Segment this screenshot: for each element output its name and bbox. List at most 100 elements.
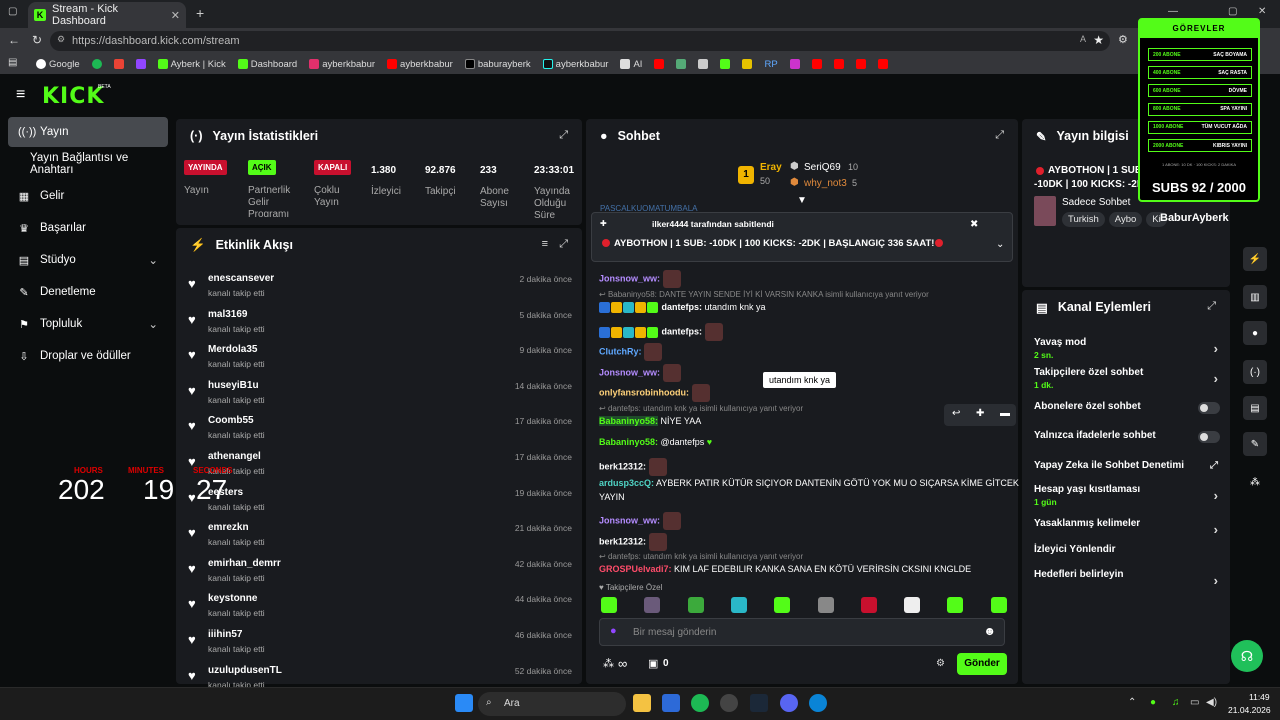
tag-chip[interactable]: Turkish [1062,212,1105,227]
new-tab-icon[interactable]: + [196,5,204,21]
window-close-icon[interactable]: ✕ [1258,6,1266,17]
spotify-icon[interactable] [691,694,709,712]
channel-action[interactable]: Yalnızca ifadelerle sohbet [1034,430,1220,443]
mic-tray-icon[interactable]: ♫ [1172,697,1180,708]
settings-icon[interactable]: ⚙ [936,658,945,669]
kicks-icon[interactable]: ⁂ [603,657,614,670]
channel-action[interactable]: Hedefleri belirleyin › [1034,569,1220,588]
filter-icon[interactable]: ≡ [542,238,548,250]
network-icon[interactable]: ▭ [1190,697,1199,708]
activity-item[interactable]: ♥ keystonne kanalı takip etti 44 dakika önc… [186,592,574,628]
emoji-icon[interactable]: ☻ [983,624,996,638]
channel-action[interactable]: Abonelere özel sohbet [1034,401,1220,414]
rail-chat-icon[interactable]: ● [1243,321,1267,345]
chat-message[interactable]: onlyfansrobinhoodu: [599,384,710,402]
emote-icon[interactable] [990,597,1007,613]
sidebar-item-studyo[interactable]: ▤ Stüdyo ⌄ [8,245,168,275]
chat-message[interactable]: dantefps: utandım knk ya [599,302,766,314]
sidebar-item-stream-key[interactable]: Yayın Bağlantısı ve Anahtarı [8,149,168,179]
clock-time[interactable]: 11:49 [1249,692,1270,702]
bookmark-misc2[interactable] [698,59,709,69]
channel-action[interactable]: Yapay Zeka ile Sohbet Denetimi ⤢ [1034,460,1220,471]
channel-action[interactable]: İzleyici Yönlendir [1034,544,1220,555]
minimize-icon[interactable]: — [1168,6,1178,17]
bookmark-yt3[interactable] [811,59,822,69]
activity-item[interactable]: ♥ emrezkn kanalı takip etti 21 dakika önce [186,521,574,557]
channel-action[interactable]: Yavaş mod 2 sn. › [1034,337,1220,360]
tab-close-icon[interactable]: ✕ [171,9,180,22]
pin-icon[interactable]: ✚ [976,408,984,419]
bookmark-yt2[interactable] [654,59,665,69]
channel-action[interactable]: Yasaklanmış kelimeler › [1034,518,1220,537]
send-button[interactable]: Gönder [957,653,1007,675]
bookmark-x[interactable]: baburayberk [464,59,531,70]
activity-item[interactable]: ♥ Coomb55 kanalı takip etti 17 dakika önce [186,414,574,450]
chat-username[interactable]: dantefps: [662,302,703,312]
kick-logo[interactable]: KICK [42,84,104,109]
bookmark-yt4[interactable] [833,59,844,69]
emote-icon[interactable] [947,597,964,613]
rail-notes-icon[interactable]: ▥ [1243,285,1267,309]
gift-icon[interactable]: ▣ [648,657,658,670]
edge-icon[interactable] [809,694,827,712]
follower-name[interactable]: athenangel [208,451,261,462]
bookmark-yt5[interactable] [855,59,866,69]
chat-message[interactable]: ardusp3ccQ: AYBERK PATIR KÜTÜR SIÇIYOR D… [599,478,1019,488]
chat-username[interactable]: Jonsnow_ww: [599,367,660,377]
channel-action[interactable]: Takipçilere özel sohbet 1 dk. › [1034,367,1220,390]
popout-icon[interactable]: ⤢ [995,129,1004,142]
bookmark-google[interactable]: Google [36,59,80,70]
top-gifter-name[interactable]: SeriQ69 [804,162,841,173]
emote-icon[interactable] [644,597,661,613]
follower-name[interactable]: Coomb55 [208,415,254,426]
chat-username[interactable]: ardusp3ccQ: [599,478,654,488]
popout-icon[interactable]: ⤢ [1207,300,1216,313]
activity-item[interactable]: ♥ iiihin57 kanalı takip etti 46 dakika önce [186,628,574,664]
activity-item[interactable]: ♥ athenangel kanalı takip etti 17 dakika ön… [186,450,574,486]
tray-chevron-icon[interactable]: ⌃ [1128,697,1136,708]
chevron-down-icon[interactable]: ⌄ [996,239,1004,250]
extension-icon[interactable]: ⚙ [1118,33,1128,46]
read-aloud-icon[interactable]: A [1080,34,1086,44]
activity-item[interactable]: ♥ eesters kanalı takip etti 19 dakika önce [186,486,574,522]
taskbar-search[interactable]: ⌕ Ara [478,692,626,716]
top-gifter-name[interactable]: why_not3 [804,178,847,189]
chat-username[interactable]: ClutchRy: [599,346,642,356]
activity-item[interactable]: ♥ emirhan_demrr kanalı takip etti 42 dakika… [186,557,574,593]
volume-icon[interactable]: ◀) [1206,697,1217,708]
chat-username[interactable]: berk12312: [599,536,646,546]
chat-message[interactable]: GROSPUelvadi7: KIM LAF EDEBILIR KANKA SA… [599,564,971,574]
support-icon[interactable]: ☊ [1231,640,1263,672]
follower-name[interactable]: emirhan_demrr [208,558,281,569]
bookmark-kick-channel[interactable]: Ayberk | Kick [157,59,226,70]
category-name[interactable]: Sadece Sohbet [1062,197,1130,208]
chat-username[interactable]: Jonsnow_ww: [599,515,660,525]
rail-broadcast-icon[interactable]: (·) [1243,360,1267,384]
chat-username[interactable]: GROSPUelvadi7: [599,564,672,574]
tag-chip[interactable]: Aybo [1108,212,1143,227]
bookmark-youtube[interactable]: ayberkbabur [387,59,453,70]
windows-start-icon[interactable] [455,694,473,712]
reload-icon[interactable]: ↻ [32,33,42,47]
bookmark-instagram[interactable]: ayberkbabur [309,59,375,70]
emote-icon[interactable] [687,597,704,613]
steam-icon[interactable] [750,694,768,712]
chat-input[interactable]: ● Bir mesaj gönderin ☻ [599,618,1005,646]
tab-list-icon[interactable]: ▢ [8,6,17,17]
file-explorer-icon[interactable] [633,694,651,712]
tray-app-icon[interactable]: ● [1150,697,1156,708]
bookmark-misc3[interactable] [720,59,731,69]
follower-name[interactable]: keystonne [208,593,257,604]
chat-message[interactable]: ClutchRy: [599,343,663,361]
reply-icon[interactable]: ↩ [952,408,960,419]
emote-icon[interactable] [904,597,921,613]
channel-action[interactable]: Hesap yaşı kısıtlaması 1 gün › [1034,484,1220,507]
rail-actions-icon[interactable]: ▤ [1243,396,1267,420]
popout-icon[interactable]: ⤢ [559,238,568,251]
follower-name[interactable]: emrezkn [208,522,249,533]
rail-activity-icon[interactable]: ⚡ [1243,247,1267,271]
popout-icon[interactable]: ⤢ [559,129,568,142]
chat-message[interactable]: berk12312: [599,458,667,476]
bookmark-ai[interactable]: AI [620,59,642,70]
sidebar-item-denetleme[interactable]: ✎ Denetleme [8,277,168,307]
